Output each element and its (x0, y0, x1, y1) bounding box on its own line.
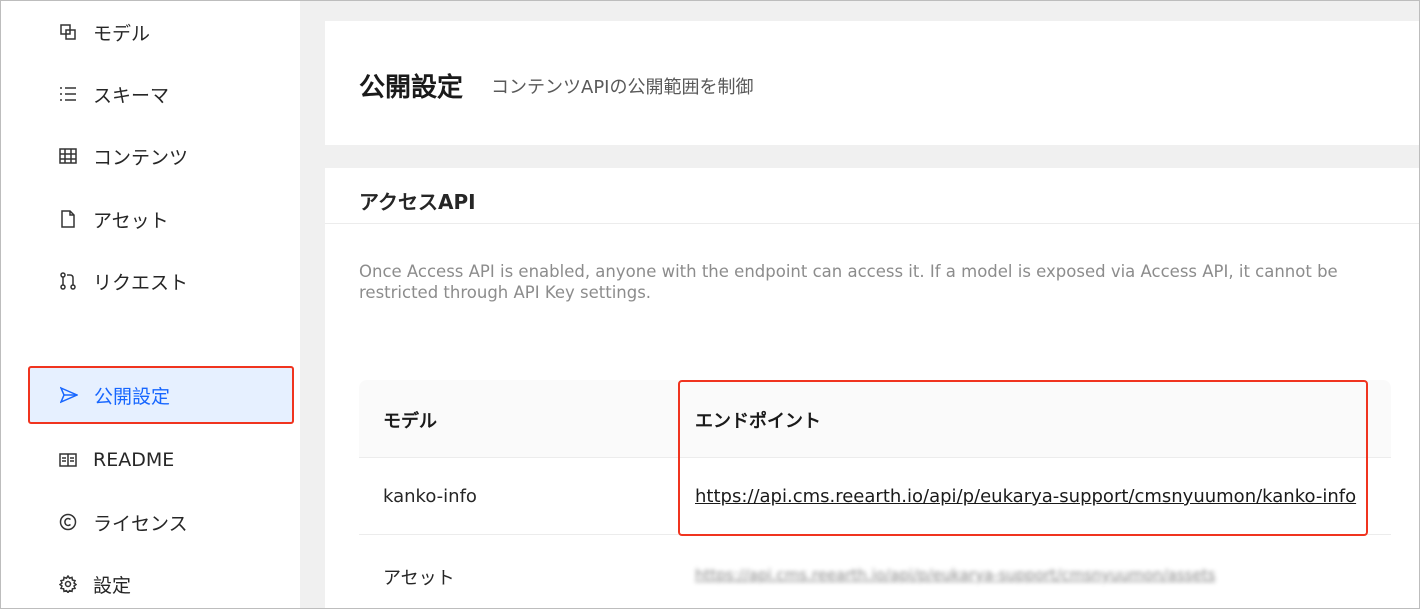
model-name: アセット (383, 568, 455, 589)
table-row: kanko-info https://api.cms.reearth.io/ap… (359, 458, 1391, 535)
sidebar-item-content[interactable]: コンテンツ (29, 127, 295, 185)
sidebar-item-label: アセット (93, 209, 169, 232)
column-header-model: モデル (383, 411, 437, 432)
table-header: モデル エンドポイント (359, 380, 1391, 458)
column-header-endpoint: エンドポイント (695, 411, 821, 432)
file-icon (57, 208, 79, 230)
sidebar-item-model[interactable]: モデル (29, 3, 295, 61)
sidebar-item-assets[interactable]: アセット (29, 190, 295, 248)
sidebar-item-publish-settings[interactable]: 公開設定 (28, 366, 294, 424)
sidebar-item-schema[interactable]: スキーマ (29, 65, 295, 123)
sidebar: モデル スキーマ コンテンツ アセット リクエスト 公開設定 README ライ… (1, 1, 300, 608)
table-row: アセット https://api.cms.reearth.io/api/p/eu… (359, 536, 1391, 609)
sidebar-item-label: 設定 (93, 574, 132, 597)
table-icon (57, 145, 79, 167)
book-icon (57, 449, 79, 471)
sidebar-item-label: コンテンツ (93, 146, 189, 169)
page-title: 公開設定 (359, 73, 464, 103)
endpoint-link-blurred[interactable]: https://api.cms.reearth.io/api/p/eukarya… (695, 566, 1215, 584)
sidebar-item-label: README (93, 449, 175, 471)
list-icon (57, 83, 79, 105)
sidebar-item-license[interactable]: ライセンス (29, 493, 295, 551)
send-icon (58, 384, 80, 406)
sidebar-item-label: ライセンス (93, 512, 188, 535)
model-icon (57, 21, 79, 43)
page-subtitle: コンテンツAPIの公開範囲を制御 (491, 77, 754, 98)
copyright-icon (57, 511, 79, 533)
pull-request-icon (57, 270, 79, 292)
access-api-card: アクセスAPI Once Access API is enabled, anyo… (325, 168, 1420, 609)
sidebar-item-requests[interactable]: リクエスト (29, 252, 295, 310)
model-name: kanko-info (383, 486, 477, 507)
sidebar-item-label: モデル (93, 22, 151, 45)
sidebar-item-settings[interactable]: 設定 (29, 555, 295, 609)
endpoint-table: モデル エンドポイント kanko-info https://api.cms.r… (359, 380, 1391, 609)
sidebar-item-label: 公開設定 (94, 385, 171, 408)
divider (325, 223, 1420, 224)
endpoint-link[interactable]: https://api.cms.reearth.io/api/p/eukarya… (695, 486, 1356, 507)
sidebar-item-label: スキーマ (93, 84, 170, 107)
page-header: 公開設定 コンテンツAPIの公開範囲を制御 (325, 21, 1420, 145)
sidebar-item-label: リクエスト (93, 271, 189, 294)
sidebar-item-readme[interactable]: README (29, 431, 295, 489)
gear-icon (57, 573, 79, 595)
access-api-notice: Once Access API is enabled, anyone with … (359, 262, 1338, 302)
section-title: アクセスAPI (359, 190, 476, 214)
